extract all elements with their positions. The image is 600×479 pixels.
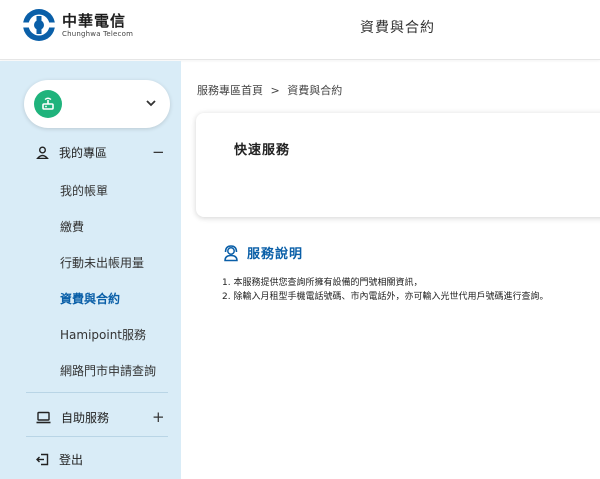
chunghwa-logo[interactable]: 中華電信 Chunghwa Telecom [22, 8, 133, 42]
sidebar-item-hamipoint[interactable]: Hamipoint服務 [60, 326, 146, 343]
chunghwa-logo-icon [22, 9, 56, 41]
breadcrumb-home-link[interactable]: 服務專區首頁 [197, 84, 263, 97]
service-info-header: 服務說明 [222, 243, 303, 262]
expand-self-service-button[interactable]: + [152, 407, 165, 427]
breadcrumb-current: 資費與合約 [287, 84, 343, 97]
logo-chinese-name: 中華電信 [62, 11, 127, 30]
account-selector[interactable] [24, 80, 170, 128]
nav-self-service[interactable]: 自助服務 [36, 407, 109, 427]
collapse-my-area-button[interactable]: − [152, 142, 165, 162]
sidebar-item-mobile-unbilled-usage[interactable]: 行動未出帳用量 [60, 254, 144, 271]
user-icon [36, 146, 49, 159]
nav-self-service-label: 自助服務 [61, 410, 110, 425]
sidebar: 我的專區 − 我的帳單 繳費 行動未出帳用量 資費與合約 Hamipoint服務… [0, 61, 181, 479]
page-title: 資費與合約 [360, 20, 435, 36]
sidebar-divider [26, 436, 168, 437]
nav-logout-label: 登出 [59, 452, 84, 467]
logo-english-name: Chunghwa Telecom [62, 29, 134, 38]
top-header: 中華電信 Chunghwa Telecom 資費與合約 [0, 0, 600, 60]
sidebar-item-payment[interactable]: 繳費 [60, 218, 84, 235]
customer-service-icon [224, 244, 238, 261]
sidebar-divider [26, 392, 168, 393]
sidebar-item-my-bill[interactable]: 我的帳單 [60, 182, 108, 199]
list-item: 1. 本服務提供您查詢所擁有設備的門號相關資訊， [222, 278, 423, 288]
logout-icon [36, 453, 49, 465]
nav-my-area[interactable]: 我的專區 [36, 142, 107, 162]
avatar [34, 90, 62, 118]
service-info-title: 服務說明 [247, 247, 304, 262]
chevron-down-icon[interactable] [144, 96, 158, 110]
sidebar-item-store-applications[interactable]: 網路門市申請查詢 [60, 362, 156, 379]
quick-service-title: 快速服務 [234, 143, 291, 158]
breadcrumb-separator: > [270, 84, 280, 97]
nav-my-area-label: 我的專區 [59, 145, 108, 160]
modem-icon [42, 97, 54, 110]
sidebar-item-rates-contracts[interactable]: 資費與合約 [60, 290, 120, 307]
list-item: 2. 除輸入月租型手機電話號碼、市內電話外，亦可輸入光世代用戶號碼進行查詢。 [222, 292, 549, 302]
laptop-icon [36, 411, 51, 423]
quick-service-card: 快速服務 [196, 113, 600, 217]
nav-logout[interactable]: 登出 [36, 449, 83, 469]
breadcrumb: 服務專區首頁 > 資費與合約 [197, 82, 346, 98]
service-info-list: 1. 本服務提供您查詢所擁有設備的門號相關資訊， 2. 除輸入月租型手機電話號碼… [222, 276, 548, 304]
